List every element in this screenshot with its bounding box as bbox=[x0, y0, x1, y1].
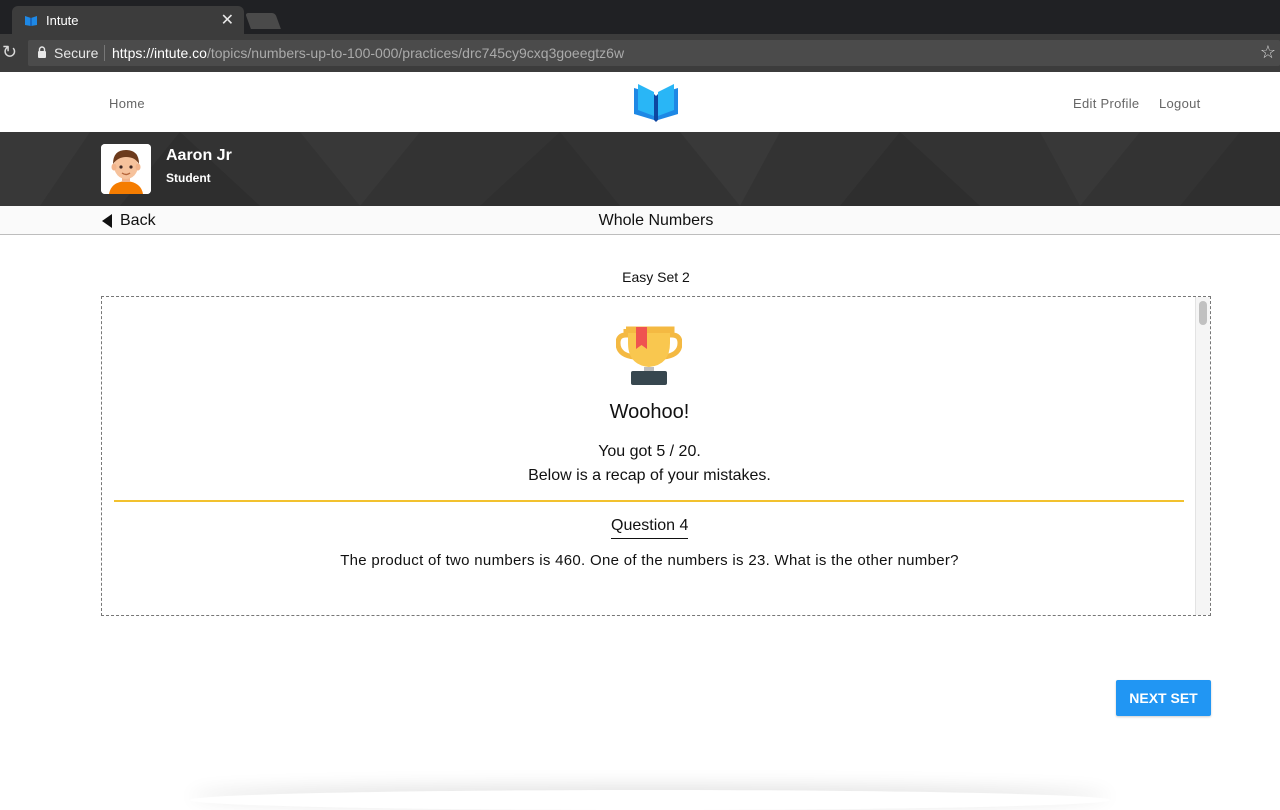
nav-home-link[interactable]: Home bbox=[109, 96, 145, 111]
open-book-logo-icon[interactable] bbox=[632, 82, 680, 122]
url-host: https://intute.co bbox=[112, 45, 207, 61]
new-tab-button[interactable] bbox=[245, 13, 281, 29]
bookmark-star-icon[interactable]: ☆ bbox=[1260, 42, 1276, 63]
secure-label: Secure bbox=[54, 45, 99, 61]
scrollbar-thumb[interactable] bbox=[1199, 301, 1207, 325]
profile-banner: Aaron Jr Student bbox=[0, 132, 1280, 206]
url-text[interactable]: https://intute.co/topics/numbers-up-to-1… bbox=[112, 45, 624, 61]
back-label: Back bbox=[120, 212, 156, 229]
next-set-button[interactable]: NEXT SET bbox=[1116, 680, 1211, 716]
bottom-shadow bbox=[190, 790, 1110, 810]
section-title: Whole Numbers bbox=[598, 212, 714, 229]
url-separator bbox=[104, 45, 105, 61]
result-headline: Woohoo! bbox=[609, 401, 690, 423]
reload-icon[interactable]: ↻ bbox=[2, 42, 17, 63]
browser-tab-bar: Intute ✕ bbox=[0, 0, 1280, 34]
browser-tab[interactable]: Intute ✕ bbox=[12, 6, 244, 34]
avatar bbox=[101, 144, 151, 194]
nav-edit-profile-link[interactable]: Edit Profile bbox=[1073, 96, 1139, 111]
boy-avatar-icon bbox=[101, 144, 151, 194]
nav-logout-link[interactable]: Logout bbox=[1159, 96, 1201, 111]
score-text: You got 5 / 20. bbox=[598, 443, 701, 460]
address-bar[interactable]: Secure https://intute.co/topics/numbers-… bbox=[28, 40, 1280, 66]
divider bbox=[114, 500, 1184, 502]
trophy-icon bbox=[616, 326, 682, 385]
results-scrollbar[interactable] bbox=[1195, 297, 1210, 615]
set-label: Easy Set 2 bbox=[622, 269, 690, 285]
question-text: The product of two numbers is 460. One o… bbox=[340, 552, 959, 569]
tab-title: Intute bbox=[46, 13, 79, 28]
site-header: Home Edit Profile Logout bbox=[0, 72, 1280, 132]
question-heading: Question 4 bbox=[611, 517, 689, 539]
book-favicon-icon bbox=[25, 16, 37, 26]
back-button[interactable]: Back bbox=[102, 212, 156, 230]
recap-text: Below is a recap of your mistakes. bbox=[528, 467, 771, 484]
results-panel[interactable]: Woohoo! You got 5 / 20. Below is a recap… bbox=[101, 296, 1211, 616]
user-name: Aaron Jr bbox=[166, 147, 232, 164]
tab-close-icon[interactable]: ✕ bbox=[221, 10, 234, 30]
url-path: /topics/numbers-up-to-100-000/practices/… bbox=[206, 45, 625, 61]
section-header: Whole Numbers Back bbox=[0, 206, 1280, 235]
browser-toolbar: ↻ Secure https://intute.co/topics/number… bbox=[0, 34, 1280, 72]
user-role: Student bbox=[166, 171, 211, 185]
banner-pattern bbox=[0, 132, 1280, 206]
back-arrow-icon bbox=[102, 214, 112, 228]
lock-icon bbox=[38, 46, 46, 58]
